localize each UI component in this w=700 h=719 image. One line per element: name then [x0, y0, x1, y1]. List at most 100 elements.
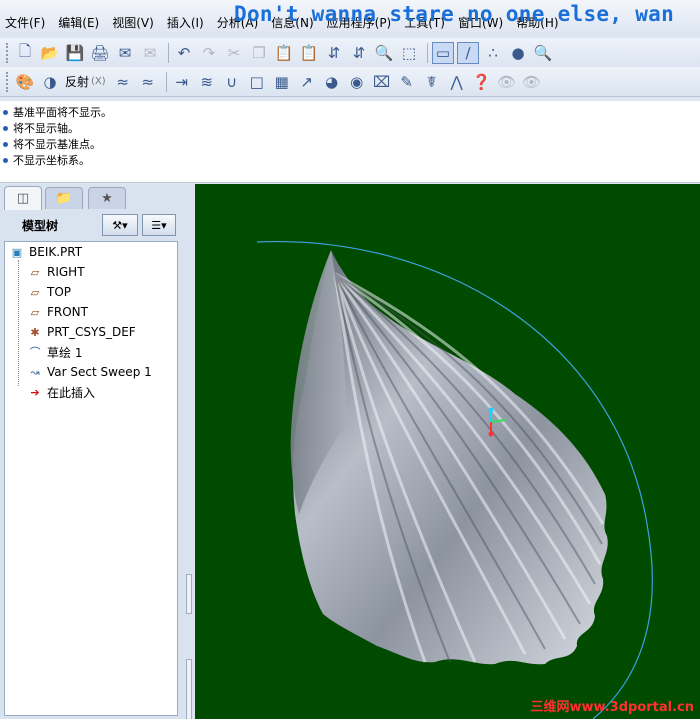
reflect-label[interactable]: 反射 [65, 73, 89, 90]
tab-model-tree[interactable]: ◫ [4, 186, 42, 210]
tree-item-label: BEIK.PRT [29, 245, 83, 259]
scroll-icon[interactable]: ☤ [421, 71, 443, 93]
tree-item-right[interactable]: ▱ RIGHT [27, 262, 85, 282]
datum-planes-toggle-icon[interactable]: ▭ [432, 42, 454, 64]
select-box-icon[interactable]: ⬚ [398, 42, 420, 64]
toolbar-grip[interactable] [6, 43, 9, 63]
paste-special-icon[interactable]: 📋 [298, 42, 320, 64]
menu-insert[interactable]: 插入(I) [167, 14, 204, 34]
message-text: 基准平面将不显示。 [13, 106, 112, 119]
datum-points-toggle-icon[interactable]: ∴ [482, 42, 504, 64]
chevron-down-icon: ▾ [122, 218, 128, 232]
diagonal-arrow-icon[interactable]: ↗ [296, 71, 318, 93]
list-icon: ☰ [151, 218, 162, 232]
bowl-icon[interactable]: ◕ [321, 71, 343, 93]
cut-icon[interactable]: ✂ [223, 42, 245, 64]
print-icon[interactable]: 🖨 [89, 42, 111, 64]
message-line: 将不显示基准点。 [0, 136, 700, 152]
graphics-viewport[interactable]: 三维网www.3dportal.cn [195, 184, 700, 719]
hatched-rectangle-icon[interactable]: ▦ [271, 71, 293, 93]
navigator-tabs: ◫ 📁 ★ [0, 184, 194, 210]
menu-edit[interactable]: 编辑(E) [58, 14, 99, 34]
regenerate-manager-icon[interactable]: ⇵ [348, 42, 370, 64]
surface-analysis-icon[interactable]: ≈ [137, 71, 159, 93]
copy-icon[interactable]: ❐ [248, 42, 270, 64]
appearance-icon[interactable]: 🎨 [14, 71, 36, 93]
tree-structure-icon: ◫ [16, 191, 30, 206]
sketch-icon: ⌒ [29, 346, 41, 359]
message-text: 将不显示轴。 [13, 122, 79, 135]
model-tree-title: 模型树 [22, 218, 59, 233]
tree-item-label: RIGHT [47, 265, 85, 279]
folders-icon: 📁 [55, 191, 73, 206]
tree-item-csys[interactable]: ✱ PRT_CSYS_DEF [27, 322, 136, 342]
main-toolbar: 🗋 📂 💾 🖨 ✉ ✉ ↶ ↷ ✂ ❐ 📋 📋 ⇵ ⇵ 🔍 ⬚ ▭ ∕ ∴ ● … [0, 38, 700, 68]
hammer-tools-icon: ⚒ [112, 218, 123, 232]
bullet-icon [3, 157, 8, 163]
toolbar-separator [168, 43, 169, 63]
chevron-down-icon: ▾ [161, 218, 167, 232]
tab-folder-browser[interactable]: 📁 [45, 187, 83, 209]
message-line: 不显示坐标系。 [0, 152, 700, 168]
tree-item-part[interactable]: ▣ BEIK.PRT [9, 242, 82, 262]
send-mail-icon[interactable]: ✉ [114, 42, 136, 64]
toolbar-separator [165, 71, 167, 92]
tab-favorites[interactable]: ★ [88, 187, 126, 209]
tree-item-insert-here[interactable]: ➔ 在此插入 [27, 382, 95, 402]
tree-show-button[interactable]: ☰ ▾ [142, 214, 176, 236]
curvature-analysis-icon[interactable]: ≈ [112, 71, 134, 93]
insert-icon[interactable]: ⇥ [171, 71, 193, 93]
datum-plane-icon: ▱ [30, 305, 40, 319]
send-mail-attach-icon[interactable]: ✉ [139, 42, 161, 64]
csys-icon: ✱ [30, 325, 40, 339]
user-globe-icon[interactable]: ◉ [346, 71, 368, 93]
close-box-icon[interactable]: ⌧ [371, 71, 393, 93]
redo-icon[interactable]: ↷ [198, 42, 220, 64]
datum-axes-toggle-icon[interactable]: ∕ [457, 42, 479, 64]
feature-toolbar: 🎨 ◑ 反射 (X) ≈ ≈ ⇥ ≋ ∪ □ ▦ ↗ ◕ ◉ ⌧ ✎ ☤ ⋀ ❓… [0, 67, 700, 97]
toolbar-grip[interactable] [6, 71, 9, 92]
save-icon[interactable]: 💾 [64, 42, 86, 64]
bullet-icon [3, 109, 8, 115]
message-text: 将不显示基准点。 [13, 138, 101, 151]
hide-icon[interactable]: 👁 [496, 71, 518, 93]
panel-collapse-handle[interactable] [186, 659, 192, 719]
find-icon[interactable]: 🔍 [373, 42, 395, 64]
shell-model-render[interactable] [195, 184, 700, 719]
tree-item-label: TOP [47, 285, 72, 299]
zoom-in-icon[interactable]: 🔍 [532, 42, 554, 64]
new-file-icon[interactable]: 🗋 [14, 42, 36, 64]
site-watermark: 三维网www.3dportal.cn [530, 700, 694, 715]
wave-surface-icon[interactable]: ≋ [196, 71, 218, 93]
tree-connector-line [18, 260, 19, 386]
tree-item-label: PRT_CSYS_DEF [47, 325, 136, 339]
open-folder-icon[interactable]: 📂 [39, 42, 61, 64]
tree-item-label: 草绘 1 [47, 345, 83, 360]
tree-item-top[interactable]: ▱ TOP [27, 282, 71, 302]
menubar: 文件(F) 编辑(E) 视图(V) 插入(I) 分析(A) 信息(N) 应用程序… [0, 0, 700, 36]
tree-item-sketch[interactable]: ⌒ 草绘 1 [27, 342, 83, 362]
menu-file[interactable]: 文件(F) [5, 14, 45, 34]
paste-icon[interactable]: 📋 [273, 42, 295, 64]
undo-icon[interactable]: ↶ [173, 42, 195, 64]
shading-sphere-icon[interactable]: ● [507, 42, 529, 64]
graph-icon[interactable]: ⋀ [446, 71, 468, 93]
toolbar-separator [427, 43, 428, 63]
context-help-icon[interactable]: ❓ [471, 71, 493, 93]
tree-settings-button[interactable]: ⚒ ▾ [102, 214, 138, 236]
open-shape-icon[interactable]: ∪ [221, 71, 243, 93]
panel-resize-handle[interactable] [186, 574, 192, 614]
edit-pencil-icon[interactable]: ✎ [396, 71, 418, 93]
sweep-icon: ↝ [30, 365, 40, 379]
regenerate-icon[interactable]: ⇵ [323, 42, 345, 64]
rectangle-icon[interactable]: □ [246, 71, 268, 93]
datum-plane-icon: ▱ [30, 265, 40, 279]
tree-item-front[interactable]: ▱ FRONT [27, 302, 88, 322]
reflect-icon[interactable]: ◑ [39, 71, 61, 93]
show-icon[interactable]: 👁 [521, 71, 543, 93]
tree-item-sweep[interactable]: ↝ Var Sect Sweep 1 [27, 362, 151, 382]
model-tree: ▣ BEIK.PRT ▱ RIGHT ▱ TOP ▱ FRONT ✱ PRT_C… [4, 241, 178, 716]
message-text: 不显示坐标系。 [13, 154, 90, 167]
lyric-overlay-text: Don't wanna stare no one else, wan [234, 2, 675, 26]
menu-view[interactable]: 视图(V) [112, 14, 154, 34]
